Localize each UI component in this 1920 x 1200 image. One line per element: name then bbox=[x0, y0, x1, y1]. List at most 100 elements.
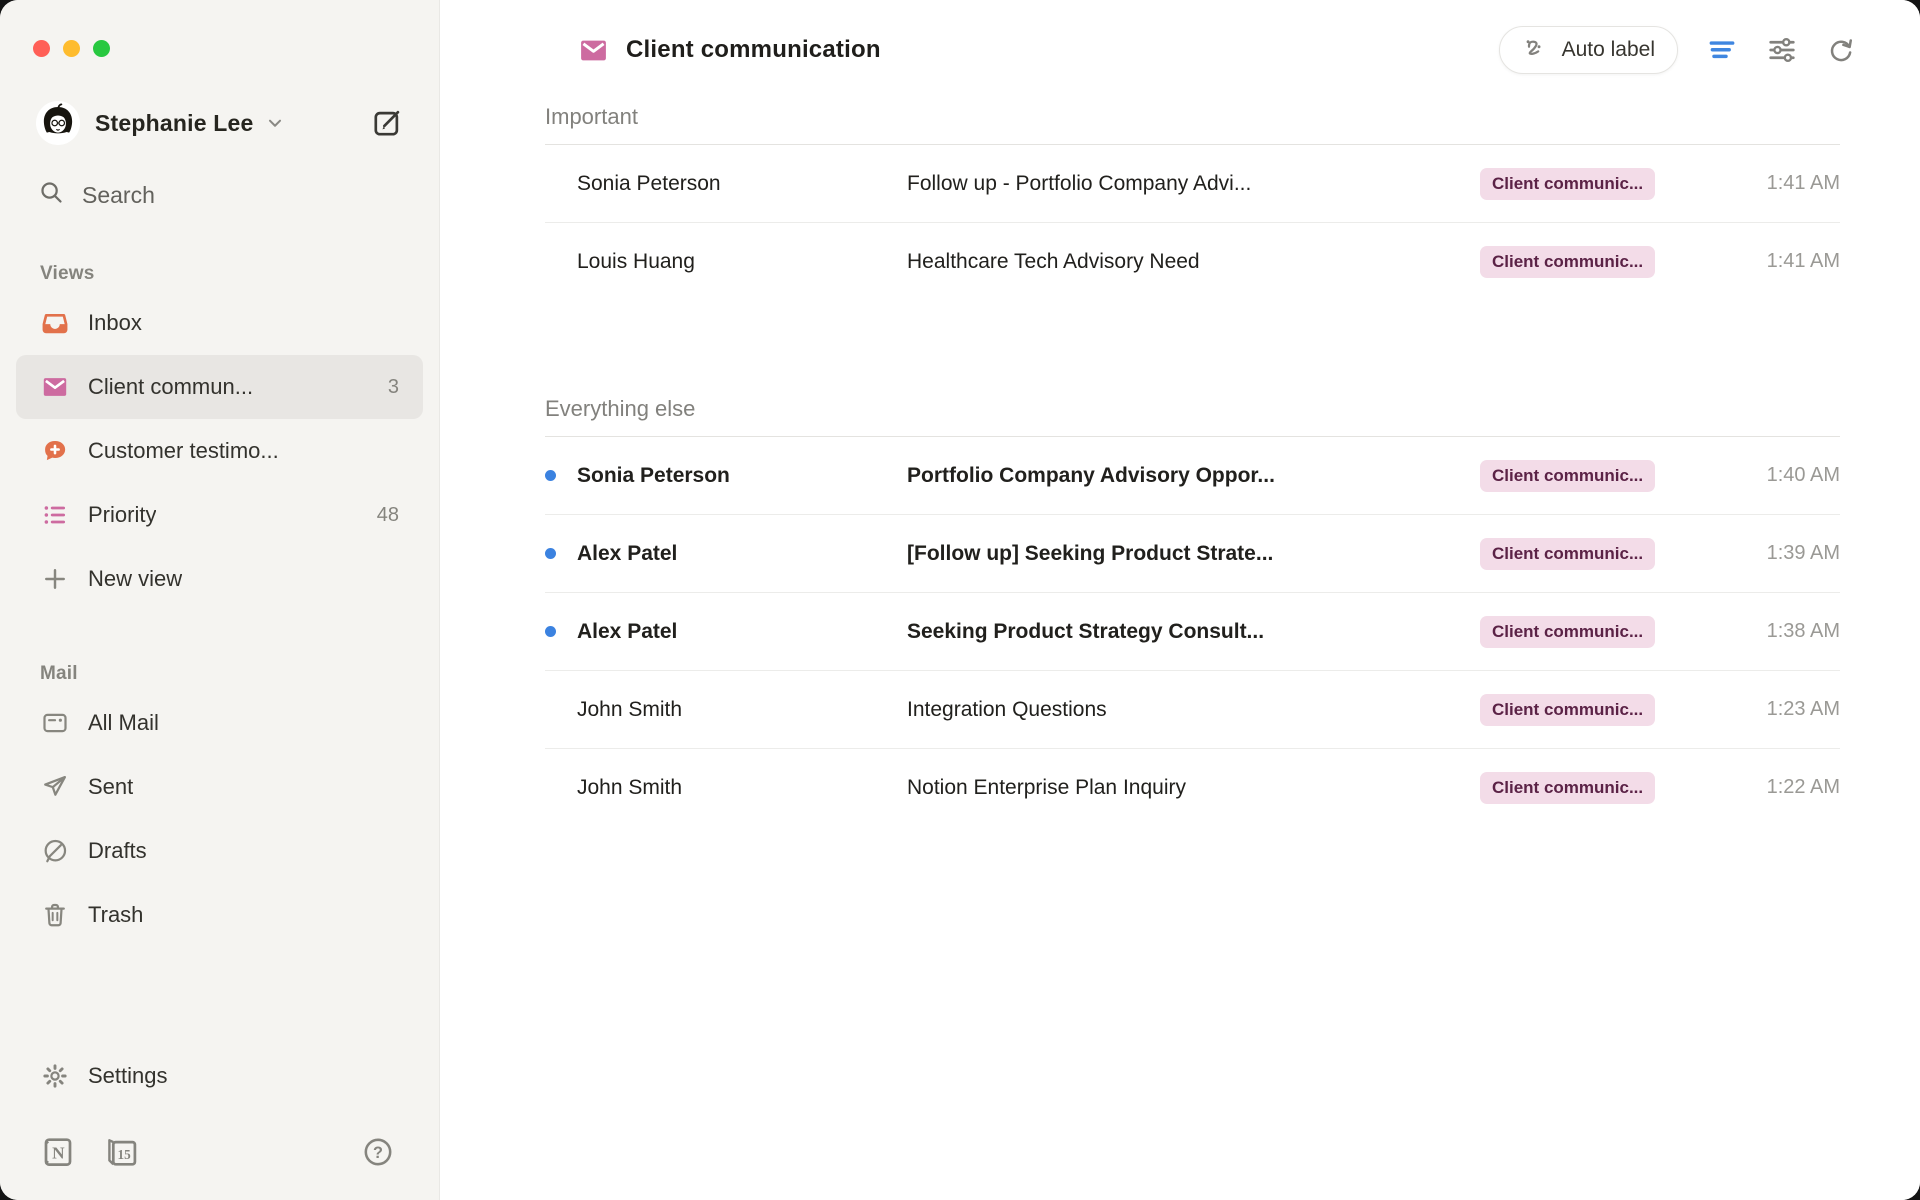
main-panel: Client communication Auto label bbox=[440, 0, 1920, 1200]
email-time: 1:39 AM bbox=[1722, 542, 1840, 565]
sidebar-section-label: Mail bbox=[40, 663, 399, 685]
unread-count-badge: 3 bbox=[388, 376, 399, 399]
sidebar-item-all-mail[interactable]: All Mail bbox=[16, 691, 423, 755]
email-subject: Seeking Product Strategy Consult... bbox=[907, 620, 1480, 644]
page-title: Client communication bbox=[626, 36, 881, 64]
sidebar-item-label: All Mail bbox=[88, 710, 159, 736]
email-subject: Healthcare Tech Advisory Need bbox=[907, 250, 1480, 274]
label-badge-cell: Client communic... bbox=[1480, 694, 1722, 726]
label-badge-cell: Client communic... bbox=[1480, 616, 1722, 648]
email-sender: Sonia Peterson bbox=[577, 464, 907, 488]
avatar[interactable] bbox=[36, 101, 80, 145]
unread-dot bbox=[545, 548, 577, 559]
zoom-window-button[interactable] bbox=[93, 40, 110, 57]
sidebar-footer: N 15 ? bbox=[40, 1134, 399, 1170]
all-mail-icon bbox=[40, 708, 70, 738]
help-icon[interactable]: ? bbox=[361, 1135, 395, 1169]
mail-section: ImportantSonia PetersonFollow up - Portf… bbox=[545, 104, 1840, 300]
chevron-down-icon[interactable] bbox=[264, 112, 286, 134]
inbox-icon bbox=[40, 308, 70, 338]
refresh-icon[interactable] bbox=[1826, 35, 1856, 65]
traffic-lights bbox=[0, 0, 439, 57]
sidebar-item-settings[interactable]: Settings bbox=[16, 1044, 423, 1108]
search-label: Search bbox=[82, 182, 155, 209]
mail-section: Everything else Sonia PetersonPortfolio C… bbox=[545, 396, 1840, 826]
sidebar-item-label: Customer testimo... bbox=[88, 438, 279, 464]
auto-label-button[interactable]: Auto label bbox=[1499, 26, 1678, 74]
sidebar-item-label: Client commun... bbox=[88, 374, 253, 400]
sidebar-item-priority[interactable]: Priority 48 bbox=[16, 483, 423, 547]
email-row[interactable]: Sonia PetersonFollow up - Portfolio Comp… bbox=[545, 145, 1840, 223]
sliders-icon[interactable] bbox=[1766, 34, 1798, 66]
chat-plus-icon bbox=[40, 436, 70, 466]
sidebar-item-label: Sent bbox=[88, 774, 133, 800]
profile-name[interactable]: Stephanie Lee bbox=[95, 110, 254, 137]
email-sender: Sonia Peterson bbox=[577, 172, 907, 196]
list-icon bbox=[40, 500, 70, 530]
unread-dot bbox=[545, 470, 577, 481]
sidebar-item-label: Inbox bbox=[88, 310, 142, 336]
search-row[interactable]: Search bbox=[38, 179, 403, 211]
email-row[interactable]: Alex PatelSeeking Product Strategy Consu… bbox=[545, 593, 1840, 671]
email-subject: Portfolio Company Advisory Oppor... bbox=[907, 464, 1480, 488]
main-header: Client communication Auto label bbox=[440, 0, 1920, 74]
sidebar-item-label: Trash bbox=[88, 902, 143, 928]
label-badge[interactable]: Client communic... bbox=[1480, 246, 1655, 278]
sidebar-item-client-commun[interactable]: Client commun... 3 bbox=[16, 355, 423, 419]
email-subject: Follow up - Portfolio Company Advi... bbox=[907, 172, 1480, 196]
email-sender: John Smith bbox=[577, 776, 907, 800]
auto-label-icon bbox=[1522, 36, 1550, 64]
label-badge[interactable]: Client communic... bbox=[1480, 772, 1655, 804]
close-window-button[interactable] bbox=[33, 40, 50, 57]
email-sender: Alex Patel bbox=[577, 542, 907, 566]
label-badge-cell: Client communic... bbox=[1480, 246, 1722, 278]
envelope-icon bbox=[40, 372, 70, 402]
sidebar-section-label: Views bbox=[40, 263, 399, 285]
auto-label-button-label: Auto label bbox=[1562, 38, 1655, 62]
calendar-icon[interactable]: 15 bbox=[104, 1134, 140, 1170]
minimize-window-button[interactable] bbox=[63, 40, 80, 57]
sidebar-item-new-view[interactable]: New view bbox=[16, 547, 423, 611]
filter-icon[interactable] bbox=[1706, 34, 1738, 66]
email-row[interactable]: John SmithNotion Enterprise Plan Inquiry… bbox=[545, 749, 1840, 826]
plus-icon bbox=[40, 564, 70, 594]
email-subject: [Follow up] Seeking Product Strate... bbox=[907, 542, 1480, 566]
sidebar-item-inbox[interactable]: Inbox bbox=[16, 291, 423, 355]
label-badge[interactable]: Client communic... bbox=[1480, 168, 1655, 200]
email-sender: Alex Patel bbox=[577, 620, 907, 644]
email-row[interactable]: Sonia PetersonPortfolio Company Advisory… bbox=[545, 437, 1840, 515]
sidebar-item-label: Priority bbox=[88, 502, 156, 528]
sidebar-item-label: Drafts bbox=[88, 838, 147, 864]
trash-icon bbox=[40, 900, 70, 930]
email-subject: Integration Questions bbox=[907, 698, 1480, 722]
email-row[interactable]: Alex Patel[Follow up] Seeking Product St… bbox=[545, 515, 1840, 593]
email-sender: John Smith bbox=[577, 698, 907, 722]
label-badge[interactable]: Client communic... bbox=[1480, 616, 1655, 648]
unread-count-badge: 48 bbox=[377, 504, 399, 527]
label-badge[interactable]: Client communic... bbox=[1480, 694, 1655, 726]
sidebar-item-sent[interactable]: Sent bbox=[16, 755, 423, 819]
svg-text:N: N bbox=[52, 1143, 65, 1162]
svg-text:?: ? bbox=[373, 1144, 383, 1162]
sidebar-item-trash[interactable]: Trash bbox=[16, 883, 423, 947]
notion-logo-icon[interactable]: N bbox=[40, 1134, 76, 1170]
email-row[interactable]: John SmithIntegration QuestionsClient co… bbox=[545, 671, 1840, 749]
email-subject: Notion Enterprise Plan Inquiry bbox=[907, 776, 1480, 800]
profile-row: Stephanie Lee bbox=[36, 101, 403, 145]
send-icon bbox=[40, 772, 70, 802]
sidebar-item-customer-testimo[interactable]: Customer testimo... bbox=[16, 419, 423, 483]
label-badge[interactable]: Client communic... bbox=[1480, 538, 1655, 570]
sidebar-item-drafts[interactable]: Drafts bbox=[16, 819, 423, 883]
mail-section-title: Everything else bbox=[545, 396, 1840, 422]
search-icon bbox=[38, 179, 65, 211]
email-row[interactable]: Louis HuangHealthcare Tech Advisory Need… bbox=[545, 223, 1840, 300]
email-time: 1:40 AM bbox=[1722, 464, 1840, 487]
email-time: 1:23 AM bbox=[1722, 698, 1840, 721]
compose-button[interactable] bbox=[371, 107, 403, 139]
label-badge-cell: Client communic... bbox=[1480, 538, 1722, 570]
label-badge-cell: Client communic... bbox=[1480, 168, 1722, 200]
email-sender: Louis Huang bbox=[577, 250, 907, 274]
svg-text:15: 15 bbox=[118, 1147, 132, 1162]
app-window: Stephanie Lee Search Views Inbox Client co… bbox=[0, 0, 1920, 1200]
label-badge[interactable]: Client communic... bbox=[1480, 460, 1655, 492]
